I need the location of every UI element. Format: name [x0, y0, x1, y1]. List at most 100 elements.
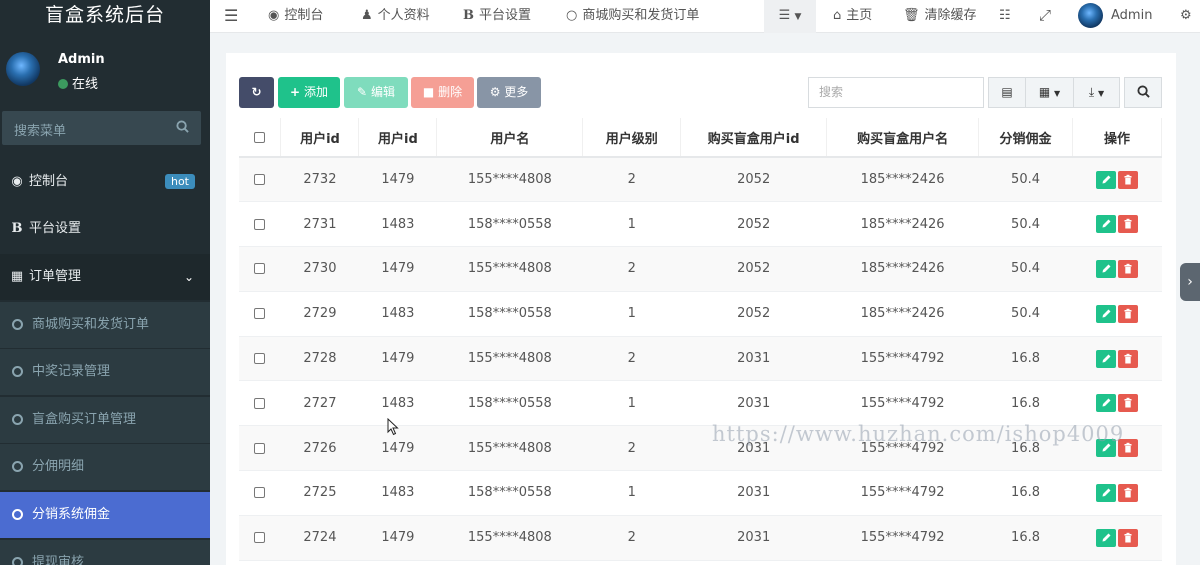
- toggle-view-button[interactable]: ▤: [988, 77, 1026, 108]
- fullscreen-icon[interactable]: ⤢: [1039, 0, 1051, 33]
- row-checkbox[interactable]: [254, 487, 266, 499]
- tab-dashboard[interactable]: ◉ 控制台: [268, 0, 323, 33]
- sidebar-item-commission-details[interactable]: 分佣明细: [0, 444, 210, 490]
- table-cell: 1479: [358, 246, 437, 292]
- column-header[interactable]: 购买盲盒用户id: [680, 118, 828, 158]
- table-cell: 158****0558: [436, 201, 583, 248]
- table-cell: 50.4: [978, 157, 1073, 203]
- row-checkbox[interactable]: [254, 397, 266, 409]
- row-delete-button[interactable]: [1118, 349, 1138, 368]
- table-cell: 50.4: [978, 291, 1073, 337]
- row-delete-button[interactable]: [1118, 483, 1138, 502]
- trash-icon: [1124, 532, 1132, 543]
- row-checkbox[interactable]: [254, 532, 266, 544]
- menu-toggle-icon[interactable]: ☰: [224, 0, 238, 33]
- edit-button[interactable]: ✎ 编辑: [344, 77, 408, 108]
- row-edit-button[interactable]: [1096, 528, 1116, 547]
- sidebar-item-prize-records[interactable]: 中奖记录管理: [0, 349, 210, 395]
- column-header[interactable]: 用户级别: [582, 118, 682, 158]
- row-edit-button[interactable]: [1096, 259, 1116, 278]
- row-checkbox[interactable]: [254, 218, 266, 230]
- trash-icon: 🗑: [903, 8, 920, 23]
- search-toggle-button[interactable]: [1124, 77, 1162, 108]
- checkbox[interactable]: [254, 131, 266, 143]
- sidebar-item-shop-orders[interactable]: 商城购买和发货订单: [0, 302, 210, 348]
- row-checkbox[interactable]: [254, 174, 266, 186]
- translate-icon[interactable]: ☷: [999, 0, 1011, 33]
- circle-icon: [12, 461, 23, 472]
- row-checkbox[interactable]: [254, 308, 266, 320]
- sidebar-item-label: 商城购买和发货订单: [32, 317, 150, 332]
- row-delete-button[interactable]: [1118, 528, 1138, 547]
- user-name: Admin: [58, 52, 105, 67]
- row-delete-button[interactable]: [1118, 259, 1138, 278]
- column-header[interactable]: 购买盲盒用户名: [826, 118, 980, 158]
- plus-icon: +: [290, 85, 301, 99]
- panel-toggle-arrow[interactable]: ›: [1180, 263, 1200, 301]
- tab-shop-orders[interactable]: ○ 商城购买和发货订单: [566, 0, 699, 33]
- table-cell: 2: [582, 425, 681, 472]
- refresh-button[interactable]: ↻: [239, 77, 274, 108]
- sidebar-search-input[interactable]: 搜索菜单: [2, 111, 201, 145]
- row-edit-button[interactable]: [1096, 394, 1116, 413]
- caret-down-icon: ▼: [1054, 89, 1061, 98]
- row-checkbox[interactable]: [254, 263, 266, 275]
- add-button[interactable]: + 添加: [278, 77, 340, 108]
- table-cell: 2729: [280, 291, 359, 337]
- table-search: [808, 77, 984, 108]
- table-cell: 2726: [280, 425, 359, 472]
- pencil-icon: [1102, 309, 1111, 318]
- row-edit-button[interactable]: [1096, 304, 1116, 323]
- row-actions: [1072, 157, 1162, 203]
- sidebar-item-blindbox-orders[interactable]: 盲盒购买订单管理: [0, 397, 210, 443]
- tabs-dropdown-button[interactable]: ☰ ▼: [764, 0, 816, 33]
- column-header[interactable]: 用户id: [280, 118, 360, 158]
- clear-cache-label: 清除缓存: [924, 8, 977, 23]
- select-all-checkbox[interactable]: [239, 118, 282, 158]
- row-delete-button[interactable]: [1118, 304, 1138, 323]
- row-checkbox[interactable]: [254, 353, 266, 365]
- sidebar-item-order-management[interactable]: ▦ 订单管理 ⌄: [0, 254, 210, 300]
- table-cell: 2: [582, 157, 681, 203]
- row-edit-button[interactable]: [1096, 215, 1116, 234]
- column-header[interactable]: 用户名: [436, 118, 584, 158]
- table-cell: 16.8: [978, 470, 1073, 516]
- table-cell: 1: [582, 380, 681, 427]
- sidebar-item-dashboard[interactable]: ◉ 控制台 hot: [0, 159, 210, 205]
- row-delete-button[interactable]: [1118, 394, 1138, 413]
- table-cell: 2: [582, 246, 681, 292]
- row-checkbox[interactable]: [254, 442, 266, 454]
- sidebar-search-placeholder: 搜索菜单: [14, 124, 67, 139]
- table-cell: 155****4792: [826, 515, 979, 561]
- sidebar-item-distribution-commission[interactable]: 分销系统佣金: [0, 492, 210, 538]
- tab-platform-settings[interactable]: B 平台设置: [463, 0, 531, 33]
- sidebar-item-withdraw-review[interactable]: 提现审核: [0, 540, 210, 565]
- table-search-input[interactable]: [819, 78, 979, 106]
- clear-cache-button[interactable]: 🗑 清除缓存: [903, 0, 977, 33]
- tab-profile[interactable]: ♟ 个人资料: [361, 0, 430, 33]
- column-header[interactable]: 用户id: [358, 118, 438, 158]
- export-button[interactable]: ⤓ ▼: [1073, 77, 1120, 108]
- table-cell: 16.8: [978, 336, 1073, 382]
- pencil-icon: [1102, 488, 1111, 497]
- row-delete-button[interactable]: [1118, 170, 1138, 189]
- column-header[interactable]: 分销佣金: [978, 118, 1073, 158]
- row-edit-button[interactable]: [1096, 170, 1116, 189]
- sidebar-item-platform-settings[interactable]: B 平台设置: [0, 206, 210, 252]
- gear-icon[interactable]: ⚙: [1180, 0, 1192, 33]
- more-button[interactable]: ⚙ 更多: [477, 77, 541, 108]
- user-menu[interactable]: Admin: [1078, 0, 1152, 33]
- table-cell: 2031: [680, 380, 827, 427]
- row-edit-button[interactable]: [1096, 349, 1116, 368]
- row-edit-button[interactable]: [1096, 483, 1116, 502]
- table-row: 2725 1483 158****0558 1 2031 155****4792 16.8: [239, 470, 1162, 516]
- home-link[interactable]: ⌂ 主页: [833, 0, 872, 33]
- delete-button[interactable]: ■ 删除: [411, 77, 474, 108]
- watermark-text: https://www.huzhan.com/ishop4009: [712, 422, 1125, 446]
- row-delete-button[interactable]: [1118, 215, 1138, 234]
- pencil-icon: [1102, 533, 1111, 542]
- table-row: 2730 1479 155****4808 2 2052 185****2426 50.4: [239, 246, 1162, 292]
- circle-icon: [12, 557, 23, 565]
- table-cell: 1479: [358, 515, 437, 561]
- columns-button[interactable]: ▦ ▼: [1025, 77, 1074, 108]
